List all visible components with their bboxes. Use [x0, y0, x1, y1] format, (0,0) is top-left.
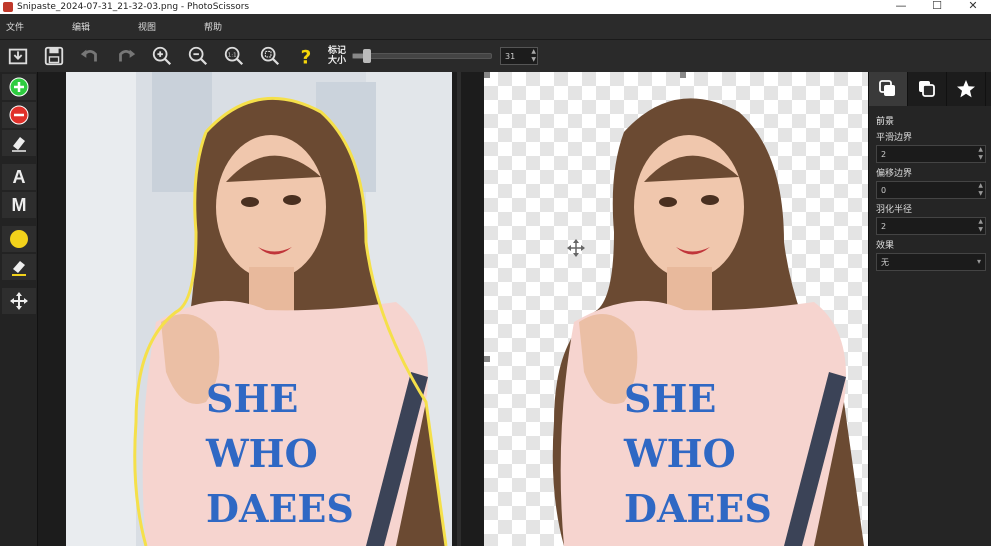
- result-image-canvas[interactable]: SHE WHO DAEES: [484, 72, 868, 546]
- maximize-button[interactable]: ☐: [919, 0, 955, 14]
- eraser-icon: [12, 137, 26, 152]
- undo-button[interactable]: [76, 42, 104, 70]
- splitter-bar[interactable]: [457, 72, 461, 546]
- mark-background-tool[interactable]: [2, 102, 36, 128]
- redo-icon: [119, 49, 136, 62]
- help-button[interactable]: ?: [292, 42, 320, 70]
- offset-edge-value: 0: [881, 185, 887, 195]
- result-shirt-text-line3: DAEES: [624, 486, 772, 531]
- effect-select[interactable]: 无 ▾: [876, 253, 986, 271]
- move-cursor-icon: [567, 239, 585, 257]
- close-button[interactable]: ✕: [955, 0, 991, 14]
- title-bar: Snipaste_2024-07-31_21-32-03.png - Photo…: [0, 0, 991, 14]
- app-icon: [3, 2, 13, 12]
- move-arrows-icon: [10, 292, 28, 310]
- save-button[interactable]: [40, 42, 68, 70]
- panel-divider[interactable]: [452, 72, 484, 546]
- smooth-edge-label: 平滑边界: [876, 133, 913, 143]
- open-image-icon: [8, 48, 28, 65]
- properties-panel: 前景 平滑边界 2 ▲ ▼ 偏移边界 0 ▲ ▼ 羽化半径 2 ▲ ▼ 效果 无 ▾: [868, 72, 991, 546]
- yellow-dot-icon: [10, 230, 28, 248]
- smooth-edge-spinbox[interactable]: 2 ▲ ▼: [876, 145, 986, 163]
- fit-window-button[interactable]: [256, 42, 284, 70]
- mark-size-slider[interactable]: [352, 49, 493, 63]
- mark-size-value: 31: [505, 51, 516, 61]
- zoom-out-icon: [188, 46, 208, 66]
- feather-radius-label: 羽化半径: [876, 205, 913, 215]
- menu-view[interactable]: 视图: [132, 20, 180, 33]
- resize-handle[interactable]: [484, 356, 490, 362]
- star-icon: [957, 80, 975, 98]
- feather-radius-value: 2: [881, 221, 887, 231]
- section-title: 前景: [876, 117, 895, 127]
- mark-size-label: 标记 大小: [328, 46, 346, 66]
- window-controls: — ☐ ✕: [883, 0, 991, 14]
- auto-mode-button[interactable]: A: [2, 164, 36, 190]
- save-icon: [44, 46, 64, 66]
- menu-edit[interactable]: 编辑: [66, 20, 114, 33]
- tool-palette: A M: [0, 72, 38, 546]
- left-gutter: [38, 72, 66, 546]
- menu-bar: 文件 编辑 视图 帮助: [0, 14, 991, 40]
- original-photo: SHE WHO DAEES: [66, 72, 452, 546]
- menu-file[interactable]: 文件: [0, 20, 48, 33]
- zoom-in-button[interactable]: [148, 42, 176, 70]
- mark-size-slider-thumb[interactable]: [362, 49, 371, 63]
- actual-size-icon: 1:1: [224, 46, 244, 66]
- add-foreground-tool[interactable]: [2, 74, 36, 100]
- minus-circle-icon: [9, 105, 29, 125]
- effect-label: 效果: [876, 241, 895, 251]
- tab-background[interactable]: [908, 72, 947, 106]
- window-title: Snipaste_2024-07-31_21-32-03.png - Photo…: [17, 2, 250, 12]
- mark-size-spinbox[interactable]: 31 ▲ ▼: [500, 47, 539, 65]
- background-layers-icon: [919, 81, 935, 97]
- foreground-layers-icon: [879, 80, 895, 96]
- tab-foreground[interactable]: [869, 72, 908, 106]
- feather-radius-spinbox[interactable]: 2 ▲ ▼: [876, 217, 986, 235]
- shirt-text-line3: DAEES: [206, 486, 354, 531]
- original-image-canvas[interactable]: SHE WHO DAEES: [66, 72, 452, 546]
- offset-edge-spinbox[interactable]: 0 ▲ ▼: [876, 181, 986, 199]
- move-tool[interactable]: [2, 288, 36, 314]
- svg-text:1:1: 1:1: [228, 52, 237, 58]
- mark-size-label-line1: 标记: [328, 46, 347, 56]
- manual-mode-button[interactable]: M: [2, 192, 36, 218]
- fit-window-icon: [260, 46, 280, 66]
- help-icon: ?: [301, 47, 312, 67]
- result-shirt-text-line2: WHO: [623, 431, 736, 476]
- result-shirt-text-line1: SHE: [624, 376, 716, 421]
- foreground-brush-tool[interactable]: [2, 226, 36, 252]
- toolbar: 1:1 ? 标记 大小 31 ▲ ▼: [0, 40, 991, 72]
- spin-arrows-icon[interactable]: ▲ ▼: [531, 48, 536, 64]
- spin-arrows-icon[interactable]: ▲ ▼: [978, 182, 983, 198]
- spin-arrows-icon[interactable]: ▲ ▼: [978, 146, 983, 162]
- zoom-out-button[interactable]: [184, 42, 212, 70]
- tab-effects[interactable]: [947, 72, 986, 106]
- resize-handle[interactable]: [680, 72, 686, 78]
- undo-icon: [80, 49, 97, 62]
- smooth-edge-value: 2: [881, 149, 887, 159]
- plus-circle-icon: [9, 77, 29, 97]
- eraser-tool[interactable]: [2, 130, 36, 156]
- open-image-button[interactable]: [4, 42, 32, 70]
- shirt-text-line2: WHO: [205, 431, 318, 476]
- actual-size-button[interactable]: 1:1: [220, 42, 248, 70]
- offset-edge-label: 偏移边界: [876, 169, 913, 179]
- outline-eraser-tool[interactable]: [2, 254, 36, 280]
- result-photo: SHE WHO DAEES: [552, 98, 864, 546]
- chevron-down-icon: ▾: [976, 257, 981, 266]
- zoom-in-icon: [152, 46, 172, 66]
- spin-arrows-icon[interactable]: ▲ ▼: [978, 218, 983, 234]
- resize-handle[interactable]: [484, 72, 490, 78]
- minimize-button[interactable]: —: [883, 0, 919, 14]
- svg-text:?: ?: [301, 47, 312, 67]
- mark-size-label-line2: 大小: [328, 56, 347, 66]
- shirt-text-line1: SHE: [206, 376, 298, 421]
- panel-tabs: [869, 72, 991, 106]
- effect-value: 无: [881, 257, 889, 267]
- redo-button[interactable]: [112, 42, 140, 70]
- outline-eraser-icon: [12, 261, 26, 276]
- menu-help[interactable]: 帮助: [198, 20, 246, 33]
